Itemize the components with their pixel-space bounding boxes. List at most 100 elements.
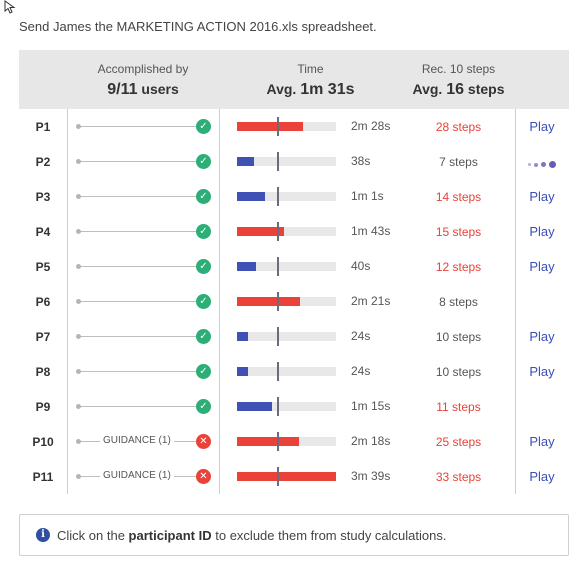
time-bar-fill [237,367,248,376]
track-start-dot [76,474,81,479]
time-cell: 1m 1s [219,179,402,214]
avg-steps: 16 [446,81,465,98]
accomplished-track: GUIDANCE (1) ✕ [67,424,219,459]
check-icon: ✓ [196,399,211,414]
cross-icon: ✕ [196,434,211,449]
participant-id[interactable]: P5 [19,260,67,274]
info-icon: i [36,528,50,542]
average-marker [277,187,279,206]
accomplished-track: ✓ [67,319,219,354]
check-icon: ✓ [196,119,211,134]
time-bar [237,222,336,241]
average-marker [277,327,279,346]
track-start-dot [76,264,81,269]
time-bar-fill [237,262,256,271]
time-bar-fill [237,402,272,411]
time-bar-fill [237,157,254,166]
time-bar-fill [237,297,300,306]
participant-id[interactable]: P10 [19,435,67,449]
accomplished-track: ✓ [67,389,219,424]
time-value: 2m 18s [351,434,391,448]
participant-id[interactable]: P4 [19,225,67,239]
accomplished-count: 9/11 [107,81,138,98]
participant-id[interactable]: P1 [19,120,67,134]
table-header: Accomplished by 9/11 users Time Avg. 1m … [19,50,569,109]
accomplished-track: GUIDANCE (1) ✕ [67,459,219,494]
info-banner: i Click on the participant ID to exclude… [19,514,569,556]
track-line [78,126,204,127]
track-start-dot [76,334,81,339]
participant-id[interactable]: P9 [19,400,67,414]
action-cell: Play [515,329,569,344]
time-value: 1m 15s [351,399,391,413]
time-bar [237,467,336,486]
participant-id[interactable]: P11 [19,470,67,484]
time-bar-fill [237,192,265,201]
action-cell: Play [515,259,569,274]
average-marker [277,152,279,171]
check-icon: ✓ [196,224,211,239]
time-value: 1m 1s [351,189,384,203]
action-cell: Play [515,224,569,239]
table-row: P2 ✓ 38s 7 steps [19,144,569,179]
mouse-cursor-icon [4,0,16,14]
time-bar [237,187,336,206]
steps-value: 33 steps [435,469,482,484]
average-marker [277,292,279,311]
table-row: P9 ✓ 1m 15s 11 steps [19,389,569,424]
time-value: 2m 28s [351,119,391,133]
time-cell: 40s [219,249,402,284]
time-cell: 2m 28s [219,109,402,144]
check-icon: ✓ [196,189,211,204]
play-link[interactable]: Play [529,119,554,134]
header-steps: Rec. 10 steps Avg. 16 steps [412,62,505,98]
time-bar [237,362,336,381]
play-link[interactable]: Play [529,224,554,239]
action-cell: Play [515,119,569,134]
participant-id[interactable]: P6 [19,295,67,309]
accomplished-track: ✓ [67,354,219,389]
table-row: P8 ✓ 24s 10 steps Play [19,354,569,389]
time-cell: 1m 43s [219,214,402,249]
play-link[interactable]: Play [529,434,554,449]
steps-value: 14 steps [435,189,482,204]
accomplished-track: ✓ [67,144,219,179]
average-marker [277,397,279,416]
steps-value: 12 steps [435,259,482,274]
play-link[interactable]: Play [529,189,554,204]
time-value: 24s [351,364,371,378]
average-marker [277,362,279,381]
accomplished-track: ✓ [67,284,219,319]
participant-id[interactable]: P8 [19,365,67,379]
steps-value: 10 steps [435,364,482,379]
track-start-dot [76,404,81,409]
play-link[interactable]: Play [529,259,554,274]
time-cell: 2m 18s [219,424,402,459]
track-line [78,406,204,407]
participant-id[interactable]: P3 [19,190,67,204]
participant-id[interactable]: P7 [19,330,67,344]
track-start-dot [76,369,81,374]
participant-id[interactable]: P2 [19,155,67,169]
average-marker [277,432,279,451]
accomplished-track: ✓ [67,109,219,144]
track-line [78,161,204,162]
avg-time: 1m 31s [300,81,355,98]
track-start-dot [76,159,81,164]
track-start-dot [76,124,81,129]
play-link[interactable]: Play [529,329,554,344]
average-marker [277,222,279,241]
time-cell: 3m 39s [219,459,402,494]
check-icon: ✓ [196,329,211,344]
action-cell [515,154,569,169]
steps-value: 8 steps [439,294,478,309]
time-cell: 38s [219,144,402,179]
play-link[interactable]: Play [529,364,554,379]
table-row: P6 ✓ 2m 21s 8 steps [19,284,569,319]
check-icon: ✓ [196,294,211,309]
check-icon: ✓ [196,154,211,169]
table-body: P1 ✓ 2m 28s 28 steps Play P2 ✓ 38s 7 ste… [19,109,569,494]
play-link[interactable]: Play [529,469,554,484]
time-bar-fill [237,332,248,341]
table-row: P1 ✓ 2m 28s 28 steps Play [19,109,569,144]
